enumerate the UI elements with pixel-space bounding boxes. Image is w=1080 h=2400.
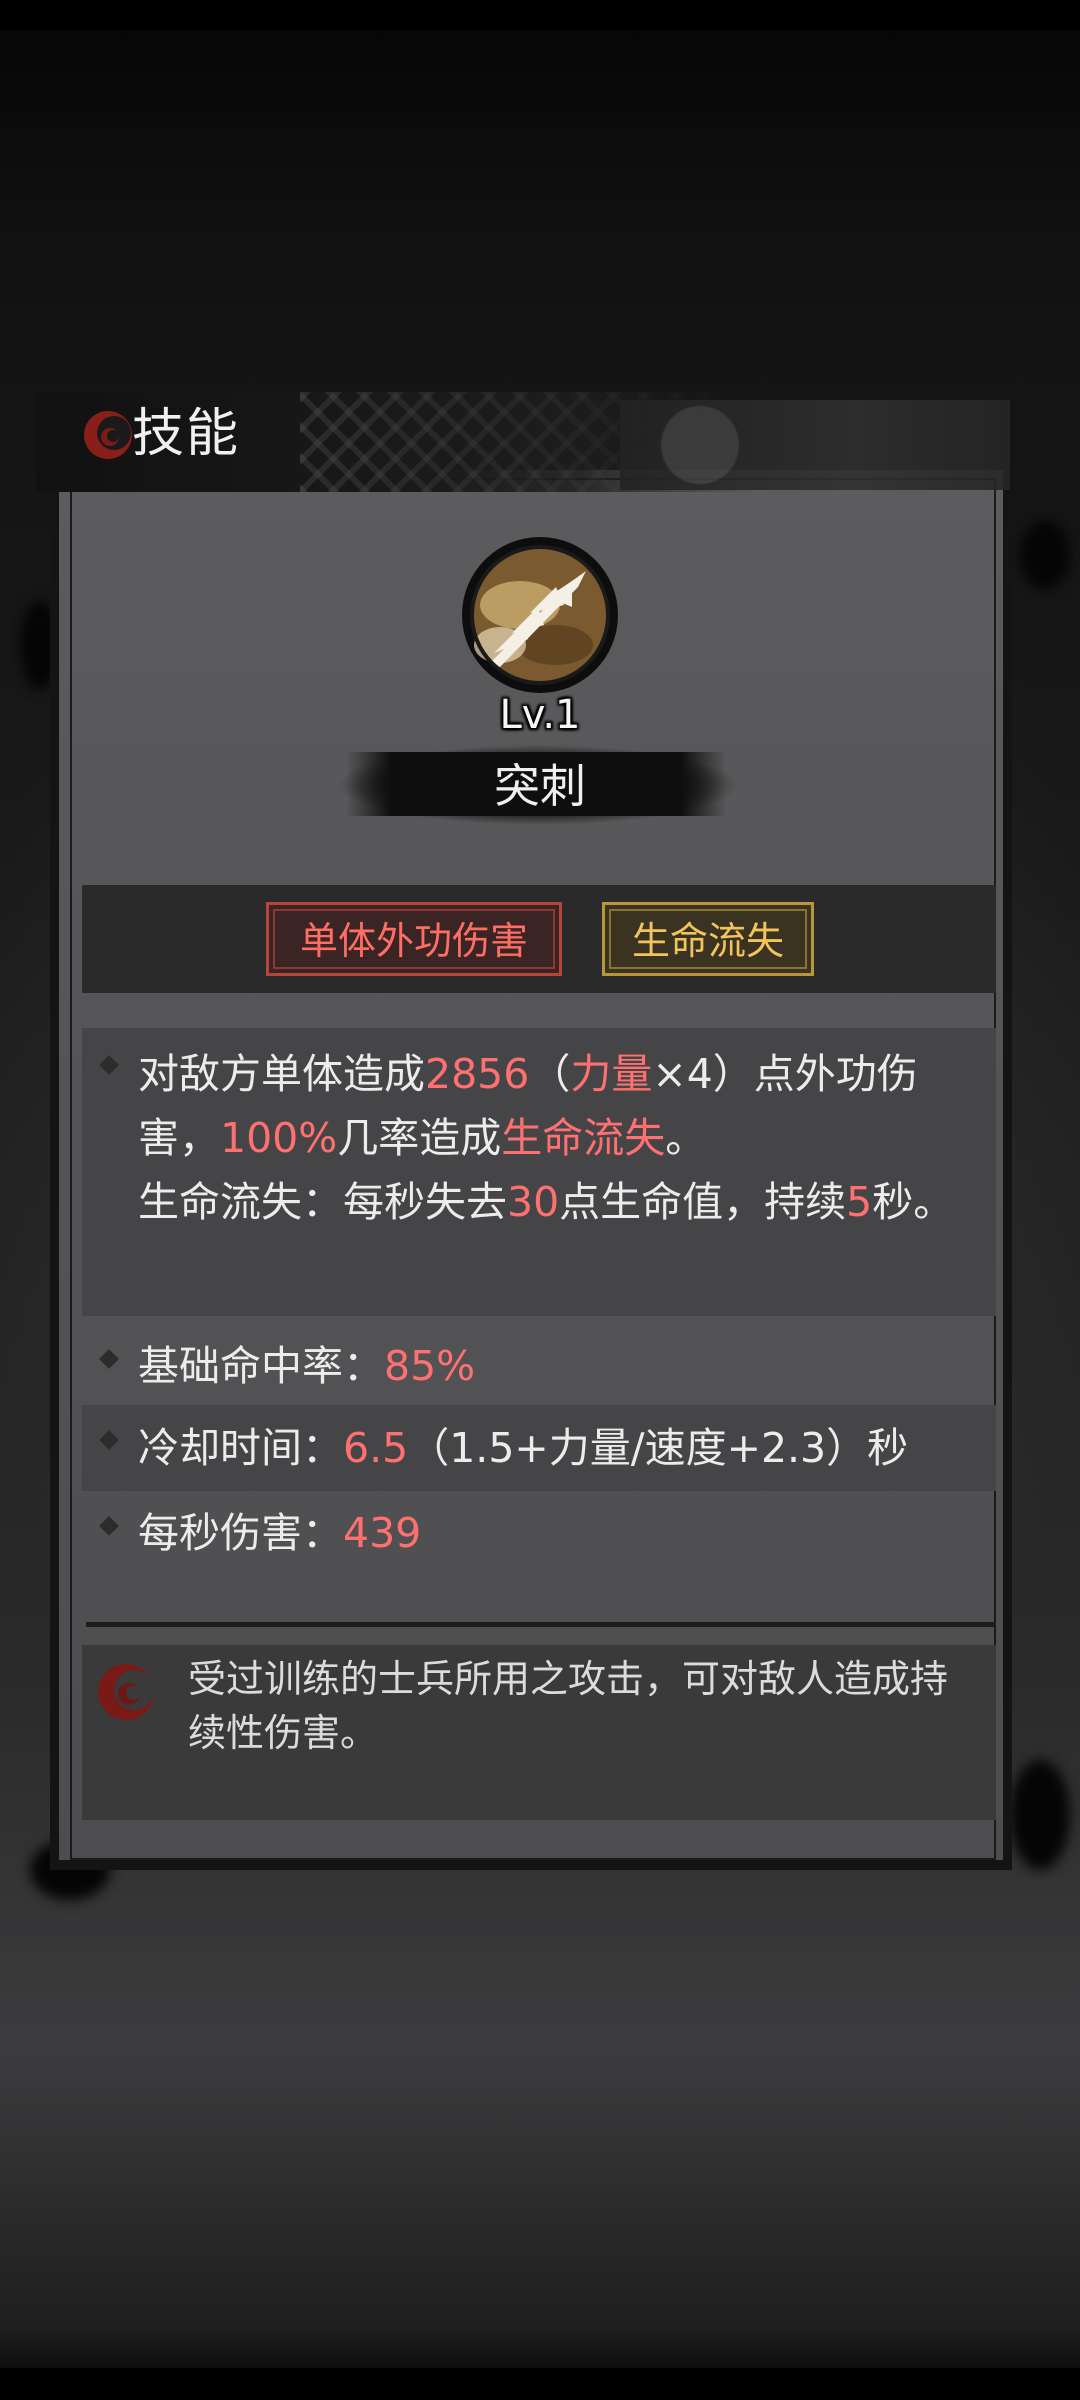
status-bar <box>0 0 1080 30</box>
crescent-swirl-icon <box>94 1658 158 1724</box>
ink-smudge <box>1020 520 1070 590</box>
page-title: 技能 <box>132 404 241 464</box>
hit-rate-row: 基础命中率：85% <box>82 1330 996 1402</box>
effect-description: 对敌方单体造成2856（力量×4）点外功伤害，100%几率造成生命流失。 生命流… <box>82 1028 996 1316</box>
dps-row: 每秒伤害：439 <box>82 1497 996 1569</box>
dps-label: 每秒伤害： <box>138 1509 343 1557</box>
tag-life-drain: 生命流失 <box>602 902 814 976</box>
navigation-bar <box>0 2368 1080 2400</box>
skill-level: Lv.1 <box>499 692 581 738</box>
diamond-bullet-icon <box>99 1516 119 1536</box>
thrust-slash-icon <box>460 535 620 695</box>
diamond-bullet-icon <box>99 1349 119 1369</box>
cooldown-label: 冷却时间： <box>138 1424 343 1472</box>
dps-value: 439 <box>343 1509 422 1557</box>
cooldown-value: 6.5 <box>343 1424 409 1472</box>
section-divider <box>86 1622 996 1627</box>
hit-rate-value: 85% <box>384 1342 476 1390</box>
tag-single-target-damage: 单体外功伤害 <box>266 902 562 976</box>
crescent-swirl-icon <box>80 407 132 463</box>
hit-rate-label: 基础命中率： <box>138 1342 384 1390</box>
diamond-bullet-icon <box>99 1055 119 1075</box>
skill-detail-screen: 技能 Lv.1 突刺 单体外功伤害 生命流失 对敌方单体造成2856（力量×4）… <box>0 0 1080 2400</box>
header-ornament <box>620 400 1010 490</box>
cooldown-formula: （1.5+力量/速度+2.3）秒 <box>408 1424 909 1472</box>
diamond-bullet-icon <box>99 1430 119 1450</box>
cooldown-row: 冷却时间：6.5（1.5+力量/速度+2.3）秒 <box>82 1405 996 1491</box>
ink-smudge <box>1010 1760 1070 1870</box>
flavor-text: 受过训练的士兵所用之攻击，可对敌人造成持续性伤害。 <box>188 1657 949 1755</box>
skill-name: 突刺 <box>494 759 586 813</box>
